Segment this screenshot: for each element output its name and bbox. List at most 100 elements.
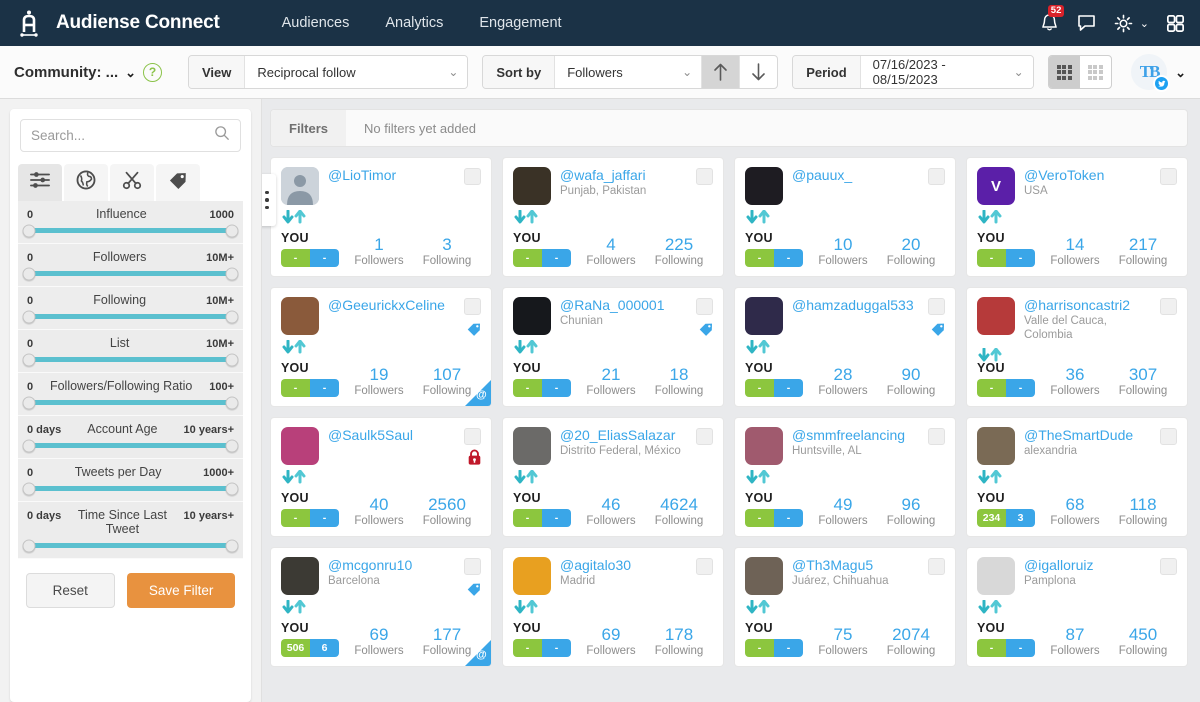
select-card-checkbox[interactable] <box>928 168 945 185</box>
select-card-checkbox[interactable] <box>464 168 481 185</box>
settings-chevron-down-icon[interactable]: ⌄ <box>1140 17 1149 30</box>
user-handle[interactable]: @hamzaduggal533 <box>792 297 923 313</box>
user-card[interactable]: @wafa_jaffari Punjab, Pakistan YOU - - 4… <box>502 157 724 277</box>
user-card[interactable]: @Saulk5Saul YOU - - 40 Followers 2560 Fo… <box>270 417 492 537</box>
nav-item-engagement[interactable]: Engagement <box>465 9 575 37</box>
sort-select[interactable]: Followers ⌄ <box>555 56 702 88</box>
avatar[interactable] <box>513 557 551 595</box>
avatar[interactable] <box>977 427 1015 465</box>
tag-icon[interactable] <box>466 321 482 342</box>
brand[interactable]: Audiense Connect <box>14 8 220 38</box>
select-card-checkbox[interactable] <box>928 428 945 445</box>
avatar[interactable] <box>513 167 551 205</box>
select-card-checkbox[interactable] <box>696 168 713 185</box>
slider-account-age[interactable]: 0 days Account Age 10 years+ <box>18 416 243 459</box>
user-card[interactable]: @Th3Magu5 Juárez, Chihuahua YOU - - 75 F… <box>734 547 956 667</box>
user-card[interactable]: @TheSmartDude alexandria YOU 234 3 68 Fo… <box>966 417 1188 537</box>
select-card-checkbox[interactable] <box>1160 168 1177 185</box>
select-card-checkbox[interactable] <box>1160 428 1177 445</box>
user-handle[interactable]: @20_EliasSalazar <box>560 427 691 443</box>
select-card-checkbox[interactable] <box>928 298 945 315</box>
avatar[interactable] <box>513 427 551 465</box>
user-handle[interactable]: @Saulk5Saul <box>328 427 459 443</box>
relationship-pill[interactable]: - - <box>513 379 571 397</box>
user-card[interactable]: @smmfreelancing Huntsville, AL YOU - - 4… <box>734 417 956 537</box>
relationship-pill[interactable]: - - <box>745 379 803 397</box>
select-card-checkbox[interactable] <box>464 428 481 445</box>
help-icon[interactable]: ? <box>143 62 163 82</box>
chat-icon[interactable] <box>1076 13 1097 33</box>
user-card[interactable]: V @VeroToken USA YOU - - 14 Followers 21… <box>966 157 1188 277</box>
user-handle[interactable]: @harrisoncastri2 <box>1024 297 1155 313</box>
sort-ascending-button[interactable] <box>701 56 740 88</box>
user-handle[interactable]: @igalloruiz <box>1024 557 1155 573</box>
user-handle[interactable]: @agitalo30 <box>560 557 691 573</box>
slider-knob-min[interactable] <box>22 353 36 366</box>
bell-icon[interactable]: 52 <box>1039 5 1065 34</box>
tag-icon[interactable] <box>930 321 946 342</box>
relationship-pill[interactable]: - - <box>977 639 1035 657</box>
slider-knob-max[interactable] <box>225 353 239 366</box>
slider-knob-max[interactable] <box>225 482 239 495</box>
sidebar-tab-geography[interactable] <box>64 164 108 201</box>
user-handle[interactable]: @TheSmartDude <box>1024 427 1155 443</box>
gear-icon[interactable] <box>1113 13 1134 34</box>
slider-followers[interactable]: 0 Followers 10M+ <box>18 244 243 287</box>
slider-knob-min[interactable] <box>22 224 36 237</box>
avatar[interactable] <box>745 297 783 335</box>
slider-knob-max[interactable] <box>225 539 239 552</box>
slider-list[interactable]: 0 List 10M+ <box>18 330 243 373</box>
user-handle[interactable]: @Th3Magu5 <box>792 557 923 573</box>
save-filter-button[interactable]: Save Filter <box>126 573 236 608</box>
search-box[interactable] <box>20 119 241 152</box>
avatar[interactable] <box>281 167 319 205</box>
user-card[interactable]: @harrisoncastri2 Valle del Cauca, Colomb… <box>966 287 1188 407</box>
slider-tweets-per-day[interactable]: 0 Tweets per Day 1000+ <box>18 459 243 502</box>
user-card[interactable]: @20_EliasSalazar Distrito Federal, Méxic… <box>502 417 724 537</box>
relationship-pill[interactable]: - - <box>513 509 571 527</box>
community-selector[interactable]: Community: ... ⌄ ? <box>14 62 174 82</box>
slider-time-since-last-tweet[interactable]: 0 days Time Since Last Tweet 10 years+ <box>18 502 243 559</box>
user-handle[interactable]: @GeeurickxCeline <box>328 297 459 313</box>
relationship-pill[interactable]: - - <box>281 249 339 267</box>
slider-knob-min[interactable] <box>22 310 36 323</box>
relationship-pill[interactable]: - - <box>745 509 803 527</box>
user-card[interactable]: @RaNa_000001 Chunian YOU - - 21 Follower… <box>502 287 724 407</box>
slider-knob-min[interactable] <box>22 396 36 409</box>
slider-knob-max[interactable] <box>225 224 239 237</box>
account-switcher[interactable]: TB ⌄ <box>1131 54 1186 92</box>
user-handle[interactable]: @pauux_ <box>792 167 923 183</box>
select-card-checkbox[interactable] <box>1160 298 1177 315</box>
user-handle[interactable]: @smmfreelancing <box>792 427 923 443</box>
slider-following[interactable]: 0 Following 10M+ <box>18 287 243 330</box>
sidebar-drag-handle[interactable] <box>262 174 276 226</box>
search-icon[interactable] <box>214 125 230 146</box>
tag-icon[interactable] <box>698 321 714 342</box>
avatar[interactable] <box>281 427 319 465</box>
avatar[interactable] <box>745 427 783 465</box>
filters-tab[interactable]: Filters <box>271 110 347 146</box>
grid-dense-view-button[interactable] <box>1048 56 1080 88</box>
slider-knob-min[interactable] <box>22 267 36 280</box>
user-handle[interactable]: @LioTimor <box>328 167 459 183</box>
relationship-pill[interactable]: - - <box>281 509 339 527</box>
slider-influence[interactable]: 0 Influence 1000 <box>18 201 243 244</box>
relationship-pill[interactable]: - - <box>513 249 571 267</box>
slider-knob-min[interactable] <box>22 539 36 552</box>
search-input[interactable] <box>31 128 214 143</box>
avatar[interactable] <box>977 557 1015 595</box>
relationship-pill[interactable]: - - <box>745 639 803 657</box>
slider-followers-following-ratio[interactable]: 0 Followers/Following Ratio 100+ <box>18 373 243 416</box>
tag-icon[interactable] <box>466 581 482 602</box>
relationship-pill[interactable]: - - <box>977 249 1035 267</box>
nav-item-audiences[interactable]: Audiences <box>268 9 364 37</box>
sidebar-tab-tags[interactable] <box>156 164 200 201</box>
user-handle[interactable]: @wafa_jaffari <box>560 167 691 183</box>
avatar[interactable]: V <box>977 167 1015 205</box>
select-card-checkbox[interactable] <box>1160 558 1177 575</box>
user-card[interactable]: @mcgonru10 Barcelona YOU 506 6 69 Follow… <box>270 547 492 667</box>
period-select[interactable]: 07/16/2023 - 08/15/2023 ⌄ <box>860 56 1033 88</box>
user-handle[interactable]: @VeroToken <box>1024 167 1155 183</box>
nav-item-analytics[interactable]: Analytics <box>371 9 457 37</box>
relationship-pill[interactable]: - - <box>513 639 571 657</box>
